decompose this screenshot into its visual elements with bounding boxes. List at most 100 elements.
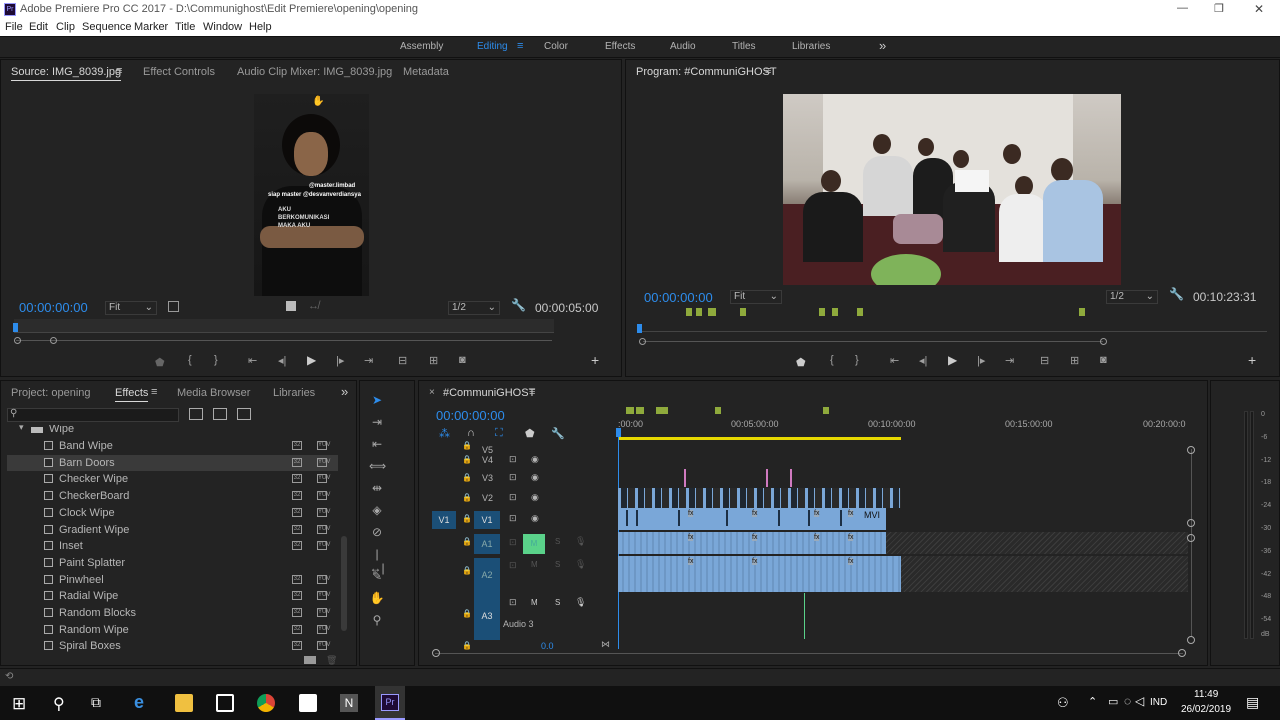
vscroll-handle[interactable]: [1187, 636, 1195, 644]
effect-item[interactable]: Checker Wipe 32 YUV: [7, 471, 338, 487]
source-zoom-handle-left[interactable]: [14, 337, 21, 344]
toggle-sync-icon[interactable]: ⊡: [509, 513, 517, 524]
menu-file[interactable]: File: [5, 21, 23, 33]
source-zoom-bar[interactable]: [16, 340, 552, 341]
marker-icon[interactable]: [686, 308, 692, 316]
close-sequence-icon[interactable]: ×: [429, 387, 435, 398]
source-time-ruler[interactable]: [14, 319, 554, 333]
clip-a2[interactable]: [618, 556, 901, 592]
step-forward-icon[interactable]: |▸: [336, 354, 344, 367]
insert-icon[interactable]: ⊟: [398, 354, 407, 367]
razor-tool-icon[interactable]: ◈: [369, 503, 385, 519]
step-back-icon[interactable]: ◂|: [919, 354, 927, 367]
pen-tool-icon[interactable]: ✎: [369, 569, 385, 585]
minimize-button[interactable]: —: [1177, 2, 1188, 14]
go-to-out-icon[interactable]: ⇥: [1005, 354, 1014, 367]
solo-button[interactable]: S: [555, 537, 560, 546]
marker-icon[interactable]: [857, 308, 863, 316]
effect-item[interactable]: Gradient Wipe 32 YUV: [7, 522, 338, 538]
mark-out-icon[interactable]: }: [214, 354, 218, 366]
mail-icon[interactable]: [299, 694, 317, 712]
vscroll-handle[interactable]: [1187, 519, 1195, 527]
bowtie-icon[interactable]: ⋈: [601, 639, 610, 650]
lock-icon[interactable]: 🔒: [462, 455, 472, 464]
work-area-bar[interactable]: [618, 437, 901, 440]
edge-browser-icon[interactable]: e: [134, 692, 144, 713]
timeline-vscroll[interactable]: [1191, 449, 1192, 637]
program-resolution-select[interactable]: 1/2 ⌄: [1106, 290, 1158, 304]
lock-icon[interactable]: 🔒: [462, 641, 472, 650]
program-fit-select[interactable]: Fit ⌄: [730, 290, 782, 304]
marker-icon[interactable]: [740, 308, 746, 316]
menu-clip[interactable]: Clip: [56, 21, 75, 33]
effects-search-input[interactable]: ⚲: [7, 408, 179, 422]
file-explorer-icon[interactable]: [175, 694, 193, 712]
source-patch-v1[interactable]: V1: [432, 511, 456, 529]
toggle-sync-icon[interactable]: ⊡: [509, 597, 517, 608]
add-marker-icon[interactable]: ⬟: [155, 356, 165, 369]
close-button[interactable]: ✕: [1254, 2, 1264, 16]
marker-icon[interactable]: [715, 407, 721, 414]
source-menu-icon[interactable]: ≡: [116, 65, 122, 77]
program-zoom-bar[interactable]: [643, 341, 1103, 342]
track-label-a3[interactable]: A3: [474, 592, 500, 640]
menu-sequence[interactable]: Sequence: [82, 21, 132, 33]
lock-icon[interactable]: 🔒: [462, 609, 472, 618]
mark-out-icon[interactable]: }: [855, 354, 859, 366]
battery-icon[interactable]: ▭: [1108, 695, 1118, 708]
lock-icon[interactable]: 🔒: [462, 514, 472, 523]
safe-margins-icon[interactable]: [168, 301, 179, 312]
effect-item[interactable]: Spiral Boxes 32 YUV: [7, 638, 338, 654]
workspace-color[interactable]: Color: [544, 41, 568, 52]
tab-audio-clip-mixer[interactable]: Audio Clip Mixer: IMG_8039.jpg: [237, 66, 392, 78]
step-back-icon[interactable]: ◂|: [278, 354, 286, 367]
clock-date[interactable]: 26/02/2019: [1181, 704, 1231, 715]
toggle-sync-icon[interactable]: ⊡: [509, 537, 517, 548]
trash-icon[interactable]: 🗑: [326, 655, 337, 666]
marker-icon[interactable]: [636, 407, 644, 414]
language-indicator[interactable]: IND: [1150, 697, 1167, 708]
menu-marker[interactable]: Marker: [134, 21, 168, 33]
new-bin-icon[interactable]: [304, 656, 316, 664]
workspace-titles[interactable]: Titles: [732, 41, 756, 52]
lift-icon[interactable]: ⊟: [1040, 354, 1049, 367]
tab-program[interactable]: Program: #CommuniGHOST: [636, 66, 777, 78]
overwrite-icon[interactable]: ⊞: [429, 354, 438, 367]
mark-in-icon[interactable]: {: [188, 354, 192, 366]
toggle-sync-icon[interactable]: ⊡: [509, 454, 517, 465]
lock-icon[interactable]: 🔒: [462, 493, 472, 502]
extract-icon[interactable]: ⊞: [1070, 354, 1079, 367]
effect-item[interactable]: Band Wipe 32 YUV: [7, 438, 338, 454]
workspace-editing[interactable]: Editing: [477, 41, 508, 52]
track-label-a1[interactable]: A1: [474, 534, 500, 554]
task-view-icon[interactable]: ⧉: [91, 694, 101, 711]
network-icon[interactable]: ◌: [1124, 694, 1131, 708]
menu-window[interactable]: Window: [203, 21, 242, 33]
lock-icon[interactable]: 🔒: [462, 537, 472, 546]
workspace-libraries[interactable]: Libraries: [792, 41, 830, 52]
add-button-icon[interactable]: +: [591, 352, 599, 368]
solo-button[interactable]: S: [555, 560, 560, 569]
toggle-sync-icon[interactable]: ⊡: [509, 472, 517, 483]
menu-title[interactable]: Title: [175, 21, 195, 33]
rolling-edit-tool-icon[interactable]: ⟺: [369, 459, 386, 475]
eye-icon[interactable]: ◉: [531, 513, 539, 524]
maximize-button[interactable]: ❐: [1214, 2, 1224, 15]
track-select-tool-icon[interactable]: ⇥: [369, 415, 385, 431]
toggle-sync-icon[interactable]: ⊡: [509, 560, 517, 571]
step-forward-icon[interactable]: |▸: [977, 354, 985, 367]
hscroll-handle-right[interactable]: [1178, 649, 1186, 657]
wrench-icon[interactable]: 🔧: [1169, 287, 1184, 301]
source-playhead[interactable]: [13, 323, 18, 332]
tab-effects[interactable]: Effects: [115, 387, 149, 402]
workspace-audio[interactable]: Audio: [670, 41, 696, 52]
source-zoom-handle-right[interactable]: [50, 337, 57, 344]
mute-button[interactable]: M: [531, 598, 538, 607]
zoom-tool-icon[interactable]: ⚲: [369, 613, 385, 629]
tab-sequence[interactable]: #CommuniGHOST: [443, 387, 535, 399]
vscroll-handle[interactable]: [1187, 534, 1195, 542]
effect-item[interactable]: CheckerBoard 32 YUV: [7, 488, 338, 504]
selection-tool-icon[interactable]: ➤: [369, 393, 385, 409]
source-timecode-in[interactable]: 00:00:00:00: [19, 300, 88, 315]
source-resolution-select[interactable]: 1/2 ⌄: [448, 301, 500, 315]
